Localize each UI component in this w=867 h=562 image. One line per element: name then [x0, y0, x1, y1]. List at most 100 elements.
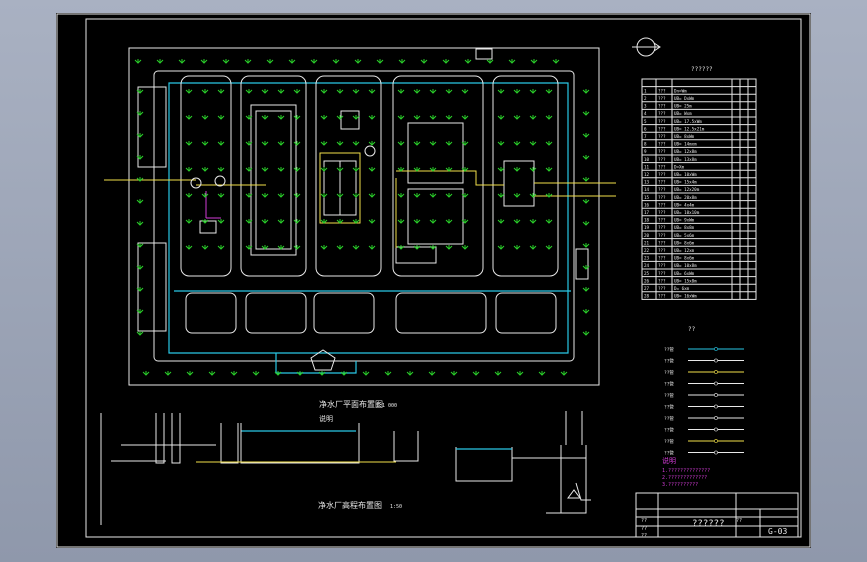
chem-room	[395, 246, 437, 264]
tree-mark	[320, 89, 328, 94]
tree-mark	[445, 245, 453, 250]
tree-mark	[142, 371, 150, 376]
table-cell: 4	[644, 111, 647, 116]
table-cell: 16	[644, 202, 650, 207]
table-cell: UB= 5x6m	[674, 233, 695, 238]
small-room	[340, 110, 360, 130]
legend-entry-label: ??管	[664, 427, 674, 434]
legend-entry-mark	[714, 393, 718, 397]
tree-mark	[497, 167, 505, 172]
tree-mark	[261, 167, 269, 172]
table-cell: 27	[644, 286, 650, 291]
legend-entry-label: ??管	[664, 450, 674, 457]
profile-title: 净水厂高程布置图	[318, 500, 382, 510]
table-cell: 18	[644, 218, 650, 223]
tree-mark	[397, 167, 405, 172]
drawing-canvas[interactable]: 净水厂平面布置图 1:1 000 说明 净水厂高程布置图 1:50 说明 1.?…	[56, 13, 811, 548]
table-cell: ???	[658, 149, 666, 154]
table-cell: D=Xm	[674, 164, 685, 169]
tree-mark	[445, 193, 453, 198]
tree-mark	[513, 193, 521, 198]
tree-mark	[529, 219, 537, 224]
table-cell: UB= Wxm	[674, 111, 692, 116]
legend-entry-mark	[714, 450, 718, 455]
tree-mark	[530, 59, 538, 64]
note-1: 1.??????????????	[662, 468, 710, 474]
table-cell: 6	[644, 126, 647, 131]
tree-mark	[244, 59, 252, 64]
tree-mark	[136, 221, 144, 226]
note-3: 3.??????????	[662, 482, 698, 488]
tree-mark	[529, 141, 537, 146]
table-cell: 14	[644, 187, 650, 192]
tree-mark	[513, 219, 521, 224]
tree-mark	[497, 115, 505, 120]
table-cell: Dn=Wm	[674, 88, 687, 93]
table-cell: UB= 15x4m	[674, 180, 697, 185]
tree-mark	[429, 115, 437, 120]
table-cell: UB= 6xWm	[674, 271, 695, 276]
table-cell: ???	[658, 233, 666, 238]
tree-mark	[368, 141, 376, 146]
tree-mark	[368, 193, 376, 198]
site-plan	[104, 37, 661, 386]
tree-mark	[293, 245, 301, 250]
tree-mark	[497, 193, 505, 198]
legend-entry-label: ??管	[664, 381, 674, 388]
tree-mark	[320, 141, 328, 146]
table-cell: 24	[644, 263, 650, 268]
project-name: ??????	[692, 519, 725, 529]
table-cell: UB= 10x10m	[674, 210, 700, 215]
tree-mark	[340, 371, 348, 376]
tree-mark	[336, 89, 344, 94]
tree-mark	[222, 59, 230, 64]
tree-mark	[368, 245, 376, 250]
tree-mark	[445, 167, 453, 172]
tree-mark	[134, 59, 142, 64]
tree-mark	[185, 115, 193, 120]
block-g	[245, 292, 307, 334]
table-cell: ???	[658, 187, 666, 192]
table-cell: UB= 12.5x21m	[674, 126, 705, 131]
block-i	[395, 292, 487, 334]
tank-inner	[255, 110, 292, 250]
cad-viewport[interactable]: 净水厂平面布置图 1:1 000 说明 净水厂高程布置图 1:50 说明 1.?…	[0, 0, 867, 562]
table-cell: 15	[644, 195, 650, 200]
table-cell: 10	[644, 157, 650, 162]
water-main-loop	[168, 82, 569, 354]
tree-mark	[582, 155, 590, 160]
tree-mark	[217, 167, 225, 172]
tree-mark	[185, 141, 193, 146]
table-cell: UB= 8xWm	[674, 134, 695, 139]
tree-mark	[582, 111, 590, 116]
tree-mark	[582, 177, 590, 182]
tree-mark	[201, 115, 209, 120]
table-cell: 7	[644, 134, 647, 139]
tree-mark	[582, 89, 590, 94]
tree-mark	[185, 167, 193, 172]
tree-mark	[397, 219, 405, 224]
legend-entry-label: ??管	[664, 415, 674, 422]
table-cell: ???	[658, 294, 666, 299]
legend-entry-mark	[714, 416, 718, 420]
table-cell: 17	[644, 210, 650, 215]
tree-mark	[545, 167, 553, 172]
tree-mark	[413, 89, 421, 94]
tree-mark	[201, 167, 209, 172]
tree-mark	[336, 115, 344, 120]
tree-mark	[442, 59, 450, 64]
block-f	[185, 292, 237, 334]
plan-note: 说明	[319, 414, 333, 423]
tree-mark	[368, 89, 376, 94]
tree-mark	[293, 115, 301, 120]
tree-mark	[545, 115, 553, 120]
tree-mark	[320, 219, 328, 224]
block-c	[315, 75, 382, 277]
tree-mark	[497, 219, 505, 224]
table-cell: ???	[658, 225, 666, 230]
tree-mark	[582, 221, 590, 226]
tree-mark	[513, 141, 521, 146]
table-cell: UB= 8x6m	[674, 256, 695, 261]
legend-entry-mark	[714, 439, 718, 443]
building-left-lower	[137, 242, 167, 332]
